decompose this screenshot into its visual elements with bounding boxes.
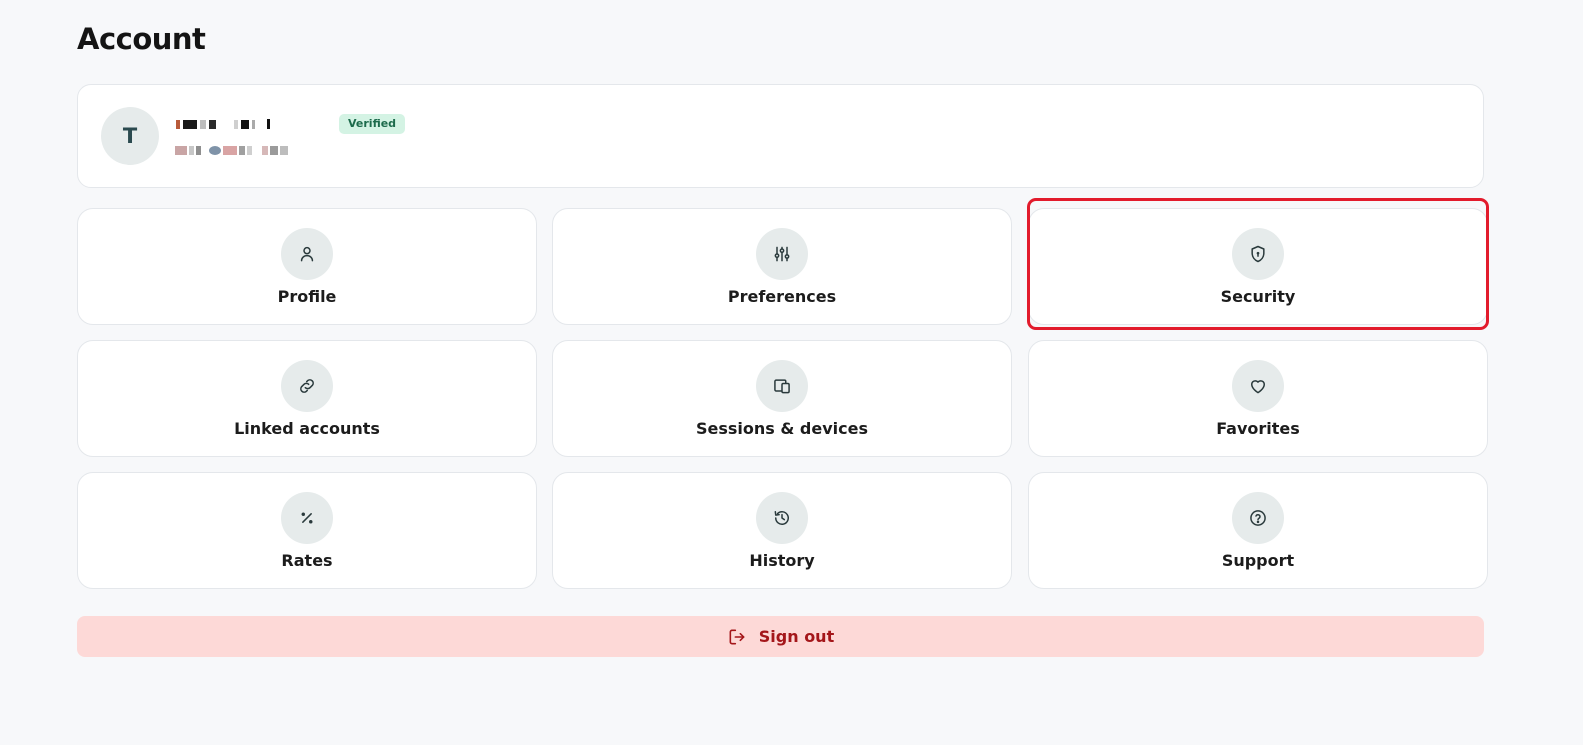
tile-security[interactable]: Security — [1028, 208, 1488, 325]
tile-linked-accounts[interactable]: Linked accounts — [77, 340, 537, 457]
tile-label: Security — [1220, 287, 1296, 306]
history-icon — [756, 492, 808, 544]
tile-rates[interactable]: Rates — [77, 472, 537, 589]
tile-label: Linked accounts — [234, 419, 380, 438]
help-circle-icon — [1232, 492, 1284, 544]
tile-label: Support — [1221, 551, 1295, 570]
verified-badge: Verified — [339, 114, 406, 134]
user-email-redacted — [175, 144, 288, 156]
heart-icon — [1232, 360, 1284, 412]
tile-label: Profile — [277, 287, 337, 306]
user-card: T Verified — [77, 84, 1484, 188]
tile-favorites[interactable]: Favorites — [1028, 340, 1488, 457]
tile-profile[interactable]: Profile — [77, 208, 537, 325]
tile-preferences[interactable]: Preferences — [552, 208, 1012, 325]
link-icon — [281, 360, 333, 412]
tile-label: History — [749, 551, 815, 570]
user-name-redacted — [176, 116, 270, 132]
page-title: Account — [77, 22, 206, 56]
avatar: T — [101, 107, 159, 165]
percent-icon — [281, 492, 333, 544]
tile-label: Preferences — [727, 287, 837, 306]
tile-label: Sessions & devices — [696, 419, 868, 438]
sign-out-label: Sign out — [758, 627, 835, 646]
tile-sessions-devices[interactable]: Sessions & devices — [552, 340, 1012, 457]
account-page: Account T Verified Profile Preferences S… — [0, 0, 1583, 745]
tile-support[interactable]: Support — [1028, 472, 1488, 589]
sliders-icon — [756, 228, 808, 280]
logout-icon — [729, 629, 745, 644]
shield-lock-icon — [1232, 228, 1284, 280]
tile-label: Rates — [281, 551, 333, 570]
sign-out-button[interactable]: Sign out — [77, 616, 1484, 657]
user-icon — [281, 228, 333, 280]
tile-label: Favorites — [1216, 419, 1300, 438]
tile-history[interactable]: History — [552, 472, 1012, 589]
devices-icon — [756, 360, 808, 412]
